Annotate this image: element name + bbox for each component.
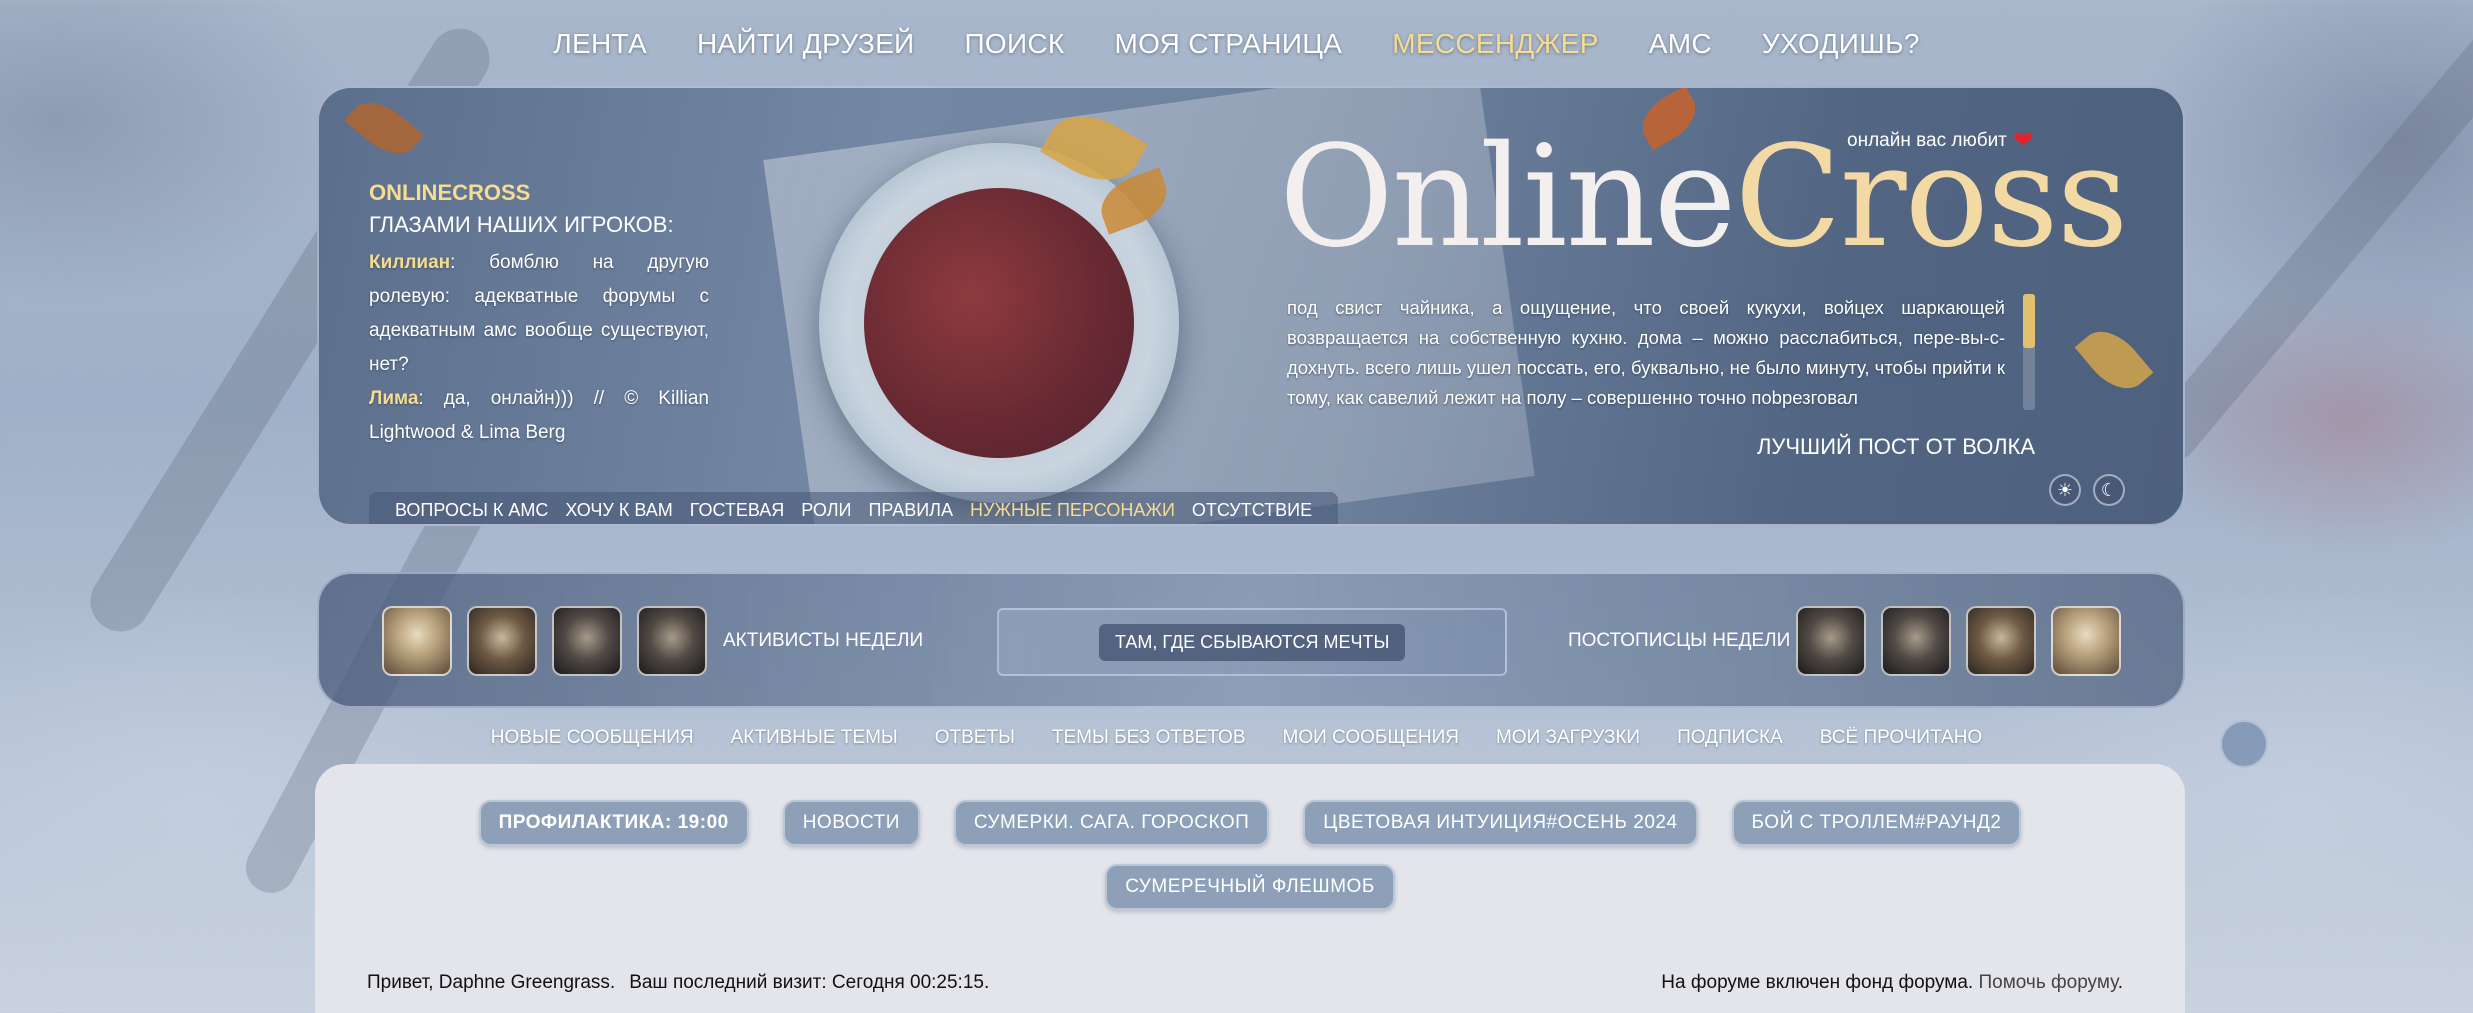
top-nav-ams[interactable]: АМС [1649, 28, 1712, 60]
header-banner: ONLINECROSS ГЛАЗАМИ НАШИХ ИГРОКОВ: Килли… [317, 86, 2185, 526]
avatar[interactable] [637, 606, 707, 676]
subnav-absence[interactable]: ОТСУТСТВИЕ [1192, 500, 1312, 521]
best-post-scrollbar[interactable] [2023, 294, 2035, 410]
subnav-questions-ams[interactable]: ВОПРОСЫ К АМС [395, 500, 548, 521]
forum-link-my-uploads[interactable]: МОИ ЗАГРУЗКИ [1496, 727, 1640, 749]
last-visit: Ваш последний визит: Сегодня 00:25:15. [629, 972, 990, 993]
subnav-wanted-characters[interactable]: НУЖНЫЕ ПЕРСОНАЖИ [970, 500, 1175, 521]
forum-link-subscription[interactable]: ПОДПИСКА [1677, 727, 1783, 749]
tag-twilight-flashmob[interactable]: СУМЕРЕЧНЫЙ ФЛЕШМОБ [1105, 864, 1395, 910]
quote-text: : да, онлайн))) // © Killian Lightwood &… [369, 388, 709, 443]
greeting: Привет, Daphne Greengrass. [367, 972, 616, 993]
player-quote: Киллиан: бомблю на другую ролевую: адекв… [369, 246, 709, 450]
quote-author: Лима [369, 388, 419, 409]
activists-label: АКТИВИСТЫ НЕДЕЛИ [723, 630, 924, 651]
best-post-label[interactable]: ЛУЧШИЙ ПОСТ ОТ ВОЛКА [1757, 434, 2035, 460]
tag-color-intuition[interactable]: ЦВЕТОВАЯ ИНТУИЦИЯ#ОСЕНЬ 2024 [1303, 800, 1698, 846]
forum-links: НОВЫЕ СООБЩЕНИЯ АКТИВНЫЕ ТЕМЫ ОТВЕТЫ ТЕМ… [0, 727, 2473, 749]
banner-tea-image [864, 188, 1134, 458]
forum-link-active-topics[interactable]: АКТИВНЫЕ ТЕМЫ [731, 727, 898, 749]
scrollbar-thumb[interactable] [2023, 294, 2035, 348]
tag-twilight-horoscope[interactable]: СУМЕРКИ. САГА. ГОРОСКОП [953, 800, 1270, 846]
banner-sub-navigation: ВОПРОСЫ К АМС ХОЧУ К ВАМ ГОСТЕВАЯ РОЛИ П… [369, 492, 1339, 524]
tag-troll-fight[interactable]: БОЙ С ТРОЛЛЕМ#РАУНД2 [1731, 800, 2022, 846]
dreams-label: ТАМ, ГДЕ СБЫВАЮТСЯ МЕЧТЫ [1099, 624, 1406, 661]
forum-fund: На форуме включен фонд форума. Помочь фо… [1661, 972, 2123, 994]
welcome-line: Привет, Daphne Greengrass. Ваш последний … [367, 972, 989, 994]
player-quote-box: ONLINECROSS ГЛАЗАМИ НАШИХ ИГРОКОВ: Килли… [369, 180, 709, 450]
avatar[interactable] [552, 606, 622, 676]
site-name: ONLINECROSS [369, 180, 531, 205]
fund-end: . [2117, 972, 2123, 993]
subnav-rules[interactable]: ПРАВИЛА [868, 500, 953, 521]
forum-link-mark-read[interactable]: ВСЁ ПРОЧИТАНО [1820, 727, 1982, 749]
avatar[interactable] [1796, 606, 1866, 676]
logo-word-cross: Cross [1734, 116, 2129, 279]
sun-icon[interactable]: ☀ [2049, 474, 2081, 506]
top-navigation: ЛЕНТА НАЙТИ ДРУЗЕЙ ПОИСК МОЯ СТРАНИЦА МЕ… [0, 28, 2473, 60]
activists-strip: АКТИВИСТЫ НЕДЕЛИ ТАМ, ГДЕ СБЫВАЮТСЯ МЕЧТ… [317, 572, 2185, 708]
tag-news[interactable]: НОВОСТИ [782, 800, 920, 846]
top-nav-my-page[interactable]: МОЯ СТРАНИЦА [1115, 28, 1343, 60]
forum-link-new-messages[interactable]: НОВЫЕ СООБЩЕНИЯ [491, 727, 694, 749]
site-logo[interactable]: OnlineCross [1279, 128, 2129, 268]
main-panel: ПРОФИЛАКТИКА: 19:00 НОВОСТИ СУМЕРКИ. САГ… [315, 764, 2185, 1013]
announcement-tags: ПРОФИЛАКТИКА: 19:00 НОВОСТИ СУМЕРКИ. САГ… [315, 800, 2185, 910]
dreams-banner[interactable]: ТАМ, ГДЕ СБЫВАЮТСЯ МЕЧТЫ [997, 608, 1507, 676]
forum-link-unanswered[interactable]: ТЕМЫ БЕЗ ОТВЕТОВ [1052, 727, 1246, 749]
forum-link-replies[interactable]: ОТВЕТЫ [935, 727, 1015, 749]
subnav-roles[interactable]: РОЛИ [801, 500, 851, 521]
top-nav-find-friends[interactable]: НАЙТИ ДРУЗЕЙ [697, 28, 915, 60]
posters-label: ПОСТОПИСЦЫ НЕДЕЛИ [1568, 630, 1791, 651]
avatar[interactable] [382, 606, 452, 676]
best-post-text: под свист чайника, а ощущение, что своей… [1287, 297, 2005, 408]
leaf-decoration [344, 90, 424, 166]
avatar[interactable] [1881, 606, 1951, 676]
subnav-join[interactable]: ХОЧУ К ВАМ [565, 500, 672, 521]
avatar[interactable] [467, 606, 537, 676]
quote-author: Киллиан [369, 252, 451, 273]
top-nav-leaving[interactable]: УХОДИШЬ? [1762, 28, 1920, 60]
forum-link-my-messages[interactable]: МОИ СООБЩЕНИЯ [1283, 727, 1459, 749]
subnav-guestbook[interactable]: ГОСТЕВАЯ [690, 500, 785, 521]
avatar[interactable] [1966, 606, 2036, 676]
leaf-decoration [2074, 319, 2154, 401]
background-branch [2138, 0, 2473, 471]
help-forum-link[interactable]: Помочь форуму [1978, 972, 2117, 993]
top-nav-messenger[interactable]: МЕССЕНДЖЕР [1392, 28, 1599, 60]
tag-maintenance[interactable]: ПРОФИЛАКТИКА: 19:00 [478, 800, 749, 846]
avatar[interactable] [2051, 606, 2121, 676]
logo-word-online: Online [1279, 116, 1737, 279]
fund-text: На форуме включен фонд форума. [1661, 972, 1974, 993]
top-nav-search[interactable]: ПОИСК [964, 28, 1064, 60]
moon-icon[interactable]: ☾ [2093, 474, 2125, 506]
players-heading: ГЛАЗАМИ НАШИХ ИГРОКОВ: [369, 212, 674, 237]
top-nav-feed[interactable]: ЛЕНТА [553, 28, 647, 60]
